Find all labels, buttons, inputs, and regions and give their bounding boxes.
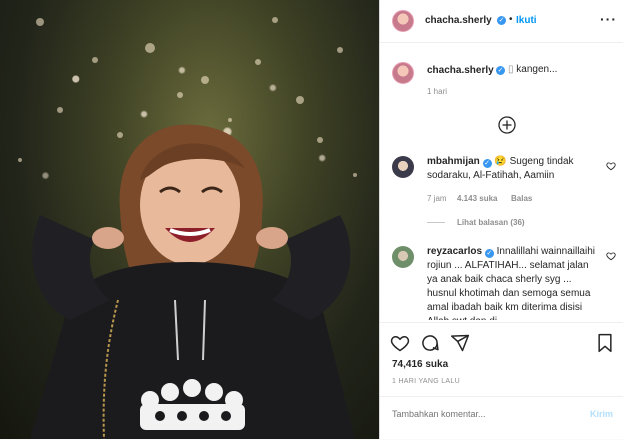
comment-username[interactable]: mbahmijan: [427, 156, 480, 167]
author-avatar[interactable]: [392, 10, 414, 32]
caption-text: ▯ kangen...: [508, 64, 558, 75]
send-button[interactable]: Kirim: [590, 409, 613, 419]
caption-time[interactable]: 1 hari: [427, 87, 447, 96]
comment-bubble-icon[interactable]: [420, 333, 440, 353]
post-actions: 74,416 suka 1 HARI YANG LALU: [380, 322, 623, 393]
comment-avatar[interactable]: [392, 246, 414, 268]
likes-count[interactable]: 74,416 suka: [392, 359, 448, 370]
comment-text: Innalillahi wainnaillaihi rojiun ... ALF…: [427, 246, 596, 320]
heart-icon[interactable]: [606, 161, 616, 171]
verified-badge-icon: ✓: [482, 159, 492, 168]
comment-item: reyzacarlos ✓ Innalillahi wainnaillaihi …: [427, 245, 597, 320]
comment-time[interactable]: 7 jam: [427, 194, 447, 203]
post-header: chacha.sherly ✓ • Ikuti ···: [380, 0, 623, 43]
heart-icon[interactable]: [606, 251, 616, 261]
verified-badge-icon: ✓: [497, 16, 506, 25]
comment-likes[interactable]: 4.143 suka: [457, 194, 497, 203]
photo-illustration: [18, 17, 357, 439]
author-username[interactable]: chacha.sherly: [425, 15, 492, 26]
posted-time[interactable]: 1 HARI YANG LALU: [392, 378, 460, 385]
caption-username[interactable]: chacha.sherly: [427, 65, 494, 76]
view-replies-button[interactable]: Lihat balasan (36): [457, 218, 525, 227]
verified-badge-icon: ✓: [484, 249, 494, 258]
post-sidebar: chacha.sherly ✓ • Ikuti ··· chacha.sherl…: [380, 0, 623, 439]
instagram-post-view: chacha.sherly ✓ • Ikuti ··· chacha.sherl…: [0, 0, 623, 439]
more-horizontal-icon[interactable]: ···: [600, 11, 617, 27]
reply-button[interactable]: Balas: [511, 194, 532, 203]
comment-username[interactable]: reyzacarlos: [427, 246, 482, 257]
follow-button[interactable]: Ikuti: [516, 15, 537, 26]
caption-avatar[interactable]: [392, 62, 414, 84]
empty-emoji-icon: ▯: [508, 64, 514, 75]
post-photo[interactable]: [0, 0, 379, 439]
comment-input[interactable]: [392, 409, 562, 419]
crying-emoji-icon: 😢: [494, 156, 507, 167]
verified-badge-icon: ✓: [496, 66, 505, 75]
load-more-comments-icon[interactable]: [498, 116, 516, 134]
bookmark-icon[interactable]: [596, 333, 614, 353]
separator-dot: •: [509, 14, 513, 25]
comment-item: mbahmijan ✓ 😢 Sugeng tindak sodaraku, Al…: [427, 155, 597, 183]
comment-avatar[interactable]: [392, 156, 414, 178]
like-heart-icon[interactable]: [390, 333, 410, 353]
share-direct-icon[interactable]: [450, 333, 470, 353]
comment-composer: Kirim: [380, 396, 623, 440]
replies-line: [427, 222, 445, 223]
